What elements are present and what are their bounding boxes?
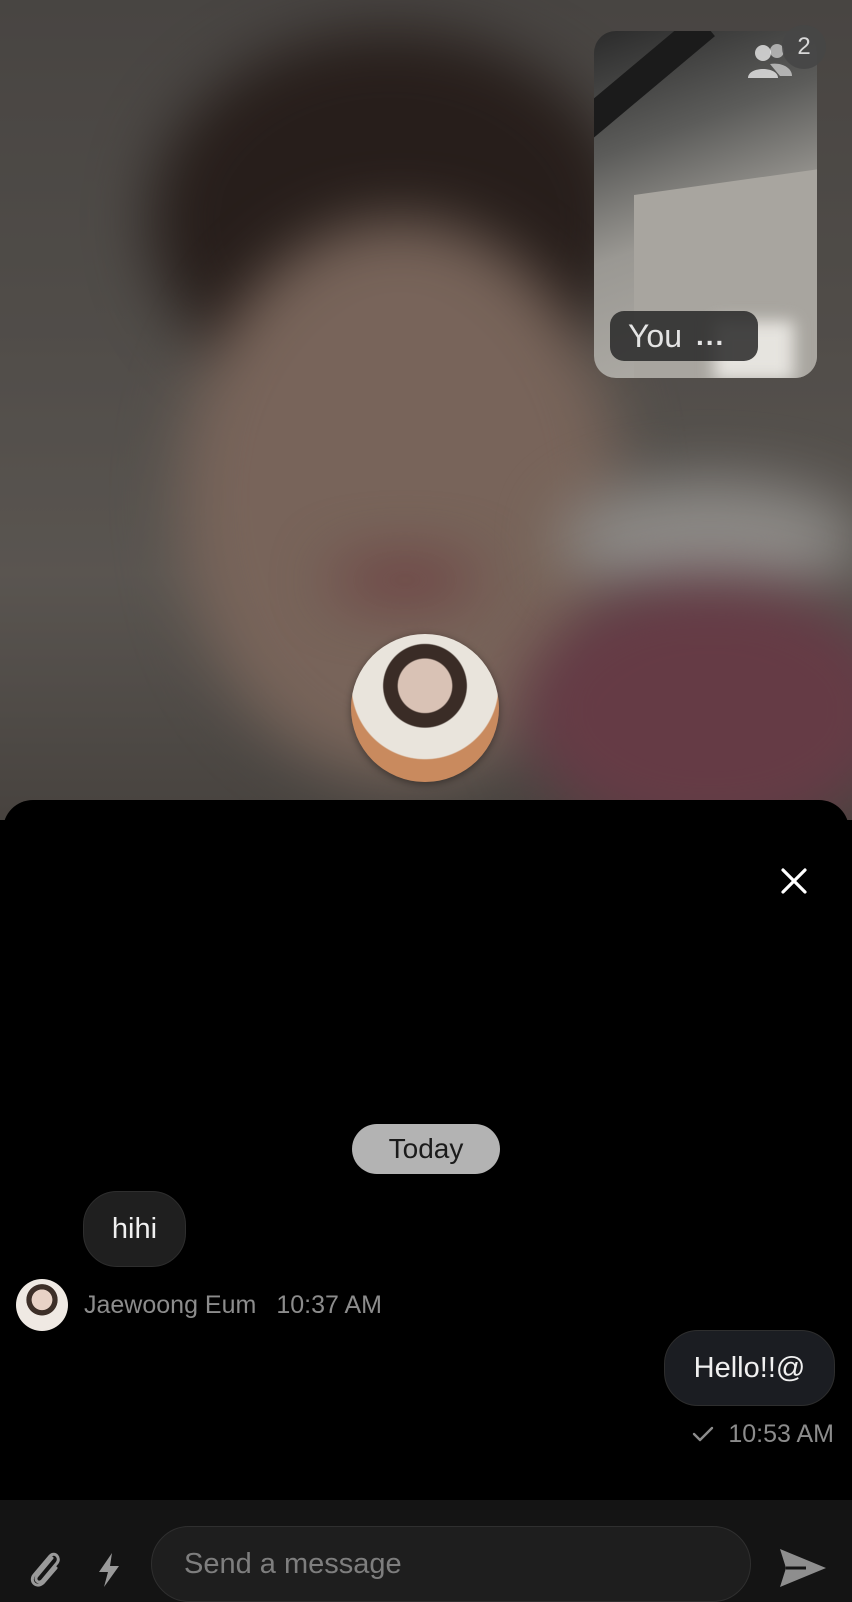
incoming-message-time: 10:37 AM bbox=[276, 1290, 382, 1319]
send-icon[interactable] bbox=[778, 1546, 828, 1590]
close-icon bbox=[781, 868, 807, 894]
self-video-tile[interactable]: You ... bbox=[594, 31, 817, 378]
self-video-beam bbox=[594, 31, 715, 139]
paperclip-icon[interactable] bbox=[24, 1546, 64, 1590]
lightning-icon[interactable] bbox=[96, 1552, 122, 1588]
self-label: You bbox=[628, 317, 682, 354]
message-input[interactable] bbox=[151, 1526, 751, 1602]
close-chat-button[interactable] bbox=[773, 860, 815, 902]
sender-avatar[interactable] bbox=[16, 1279, 68, 1331]
incoming-message-meta: Jaewoong Eum 10:37 AM bbox=[16, 1279, 382, 1331]
self-label-pill[interactable]: You ... bbox=[610, 311, 758, 361]
outgoing-message-bubble[interactable]: Hello!!@ bbox=[664, 1330, 835, 1406]
self-menu-icon[interactable]: ... bbox=[696, 320, 725, 352]
outgoing-message-time: 10:53 AM bbox=[728, 1419, 834, 1448]
incoming-message-bubble[interactable]: hihi bbox=[83, 1191, 186, 1267]
check-icon bbox=[693, 1426, 714, 1442]
outgoing-message-meta: 10:53 AM bbox=[692, 1416, 834, 1452]
sender-name: Jaewoong Eum bbox=[84, 1290, 257, 1319]
date-divider: Today bbox=[352, 1124, 500, 1174]
participants-count-badge[interactable]: 2 bbox=[782, 25, 826, 69]
caller-avatar bbox=[351, 634, 499, 782]
